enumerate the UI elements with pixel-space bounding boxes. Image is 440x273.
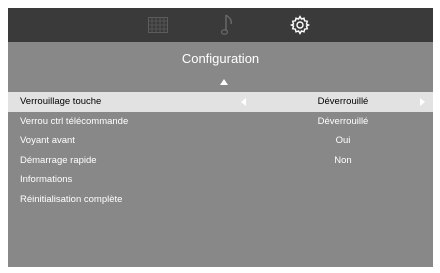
tab-settings[interactable] <box>280 8 320 42</box>
music-note-icon <box>221 14 232 35</box>
menu-item-front-led[interactable]: Voyant avant Oui <box>8 131 433 151</box>
menu-item-label: Réinitialisation complète <box>20 193 123 205</box>
tv-menu-screen: Configuration Verrouillage touche Déverr… <box>8 8 433 267</box>
menu-item-key-lock[interactable]: Verrouillage touche Déverrouillé <box>8 92 433 112</box>
menu-item-value: Oui <box>335 135 351 147</box>
menu-item-label: Voyant avant <box>20 135 75 147</box>
menu-item-label: Démarrage rapide <box>20 154 97 166</box>
menu-item-label: Informations <box>20 174 73 186</box>
tab-sound[interactable] <box>208 8 248 42</box>
menu-item-information[interactable]: Informations <box>8 170 433 190</box>
menu-item-quick-start[interactable]: Démarrage rapide Non <box>8 151 433 171</box>
value-left-arrow-icon[interactable] <box>241 98 246 106</box>
tab-picture[interactable] <box>138 8 178 42</box>
value-right-arrow-icon[interactable] <box>420 98 425 106</box>
scroll-up-arrow-icon[interactable] <box>220 79 228 85</box>
menu-title: Configuration <box>181 51 260 66</box>
menu-item-label: Verrouillage touche <box>20 96 102 107</box>
menu-item-remote-lock[interactable]: Verrou ctrl télécommande Déverrouillé <box>8 112 433 132</box>
picture-grid-icon <box>148 17 168 33</box>
menu-item-value: Déverrouillé <box>317 115 369 127</box>
menu-item-value: Déverrouillé <box>317 96 369 107</box>
menu-item-factory-reset[interactable]: Réinitialisation complète <box>8 190 433 210</box>
settings-list: Verrouillage touche Déverrouillé Verrou … <box>8 92 433 210</box>
menu-item-label: Verrou ctrl télécommande <box>20 115 129 127</box>
menu-item-value: Non <box>334 154 352 166</box>
gear-icon <box>289 15 311 35</box>
menu-tab-bar <box>8 8 433 42</box>
